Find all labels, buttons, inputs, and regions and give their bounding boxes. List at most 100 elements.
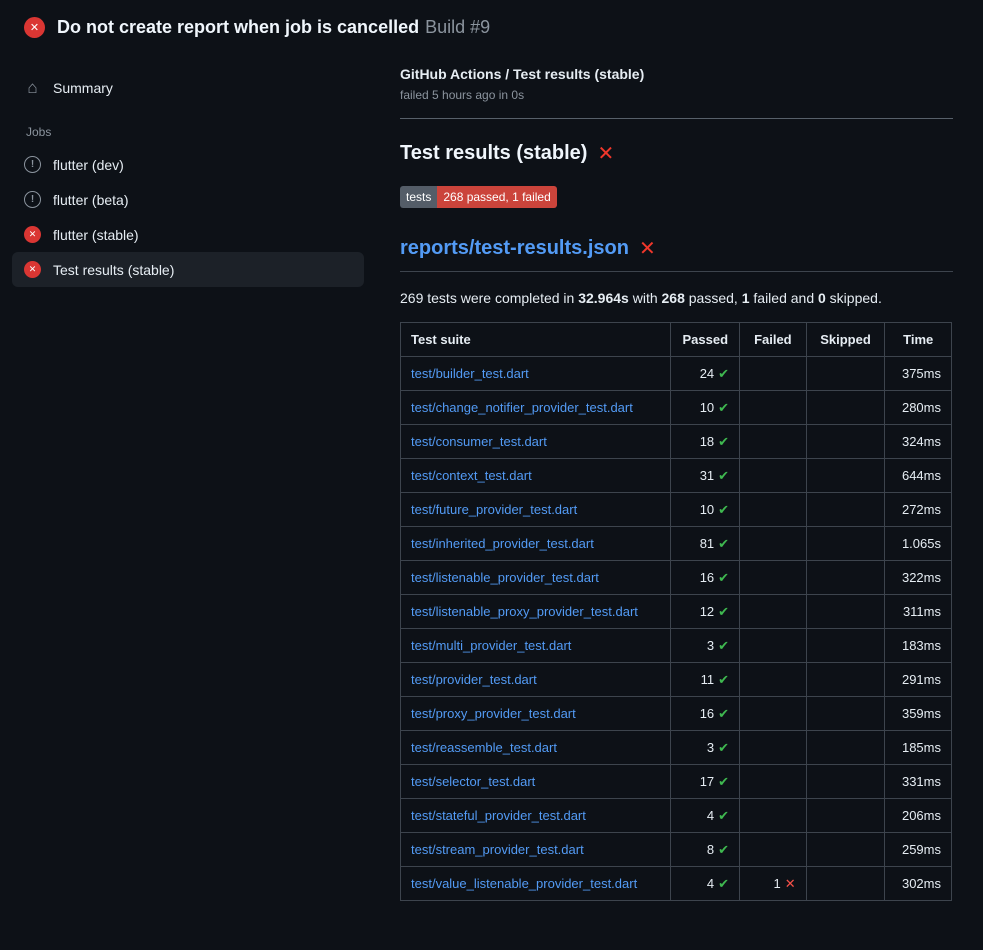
test-suite-cell: test/listenable_provider_test.dart	[401, 561, 671, 595]
test-suite-link[interactable]: test/stateful_provider_test.dart	[411, 808, 586, 823]
summary-skipped-count: 0	[818, 290, 826, 306]
skipped-cell	[806, 391, 885, 425]
passed-cell: 31✔	[671, 459, 740, 493]
section-title-text: Test results (stable)	[400, 142, 587, 165]
test-suite-link[interactable]: test/builder_test.dart	[411, 366, 529, 381]
test-suite-cell: test/reassemble_test.dart	[401, 731, 671, 765]
sidebar-item-flutter-beta[interactable]: ! flutter (beta)	[12, 182, 364, 217]
passed-cell: 10✔	[671, 493, 740, 527]
failed-cell	[740, 697, 807, 731]
breadcrumb: GitHub Actions / Test results (stable)	[400, 66, 953, 82]
failed-cell	[740, 357, 807, 391]
report-link[interactable]: reports/test-results.json	[400, 237, 629, 260]
summary-text: with	[629, 290, 662, 306]
check-icon: ✔	[718, 706, 729, 721]
test-suite-link[interactable]: test/consumer_test.dart	[411, 434, 547, 449]
badge-label: tests	[400, 186, 437, 208]
passed-cell: 3✔	[671, 629, 740, 663]
passed-cell: 11✔	[671, 663, 740, 697]
table-row: test/proxy_provider_test.dart 16✔ 359ms	[401, 697, 952, 731]
passed-cell: 16✔	[671, 697, 740, 731]
job-label: Test results (stable)	[53, 262, 174, 278]
sidebar-item-flutter-dev[interactable]: ! flutter (dev)	[12, 147, 364, 182]
skipped-cell	[806, 527, 885, 561]
job-label: flutter (dev)	[53, 157, 124, 173]
time-cell: 324ms	[885, 425, 952, 459]
test-suite-cell: test/builder_test.dart	[401, 357, 671, 391]
check-icon: ✔	[718, 774, 729, 789]
failed-circle-icon: ✕	[24, 226, 41, 243]
test-suite-link[interactable]: test/stream_provider_test.dart	[411, 842, 584, 857]
skipped-cell	[806, 663, 885, 697]
summary-text: failed and	[750, 290, 819, 306]
test-suite-cell: test/proxy_provider_test.dart	[401, 697, 671, 731]
jobs-section-label: Jobs	[26, 125, 364, 139]
test-suite-cell: test/inherited_provider_test.dart	[401, 527, 671, 561]
test-suite-link[interactable]: test/context_test.dart	[411, 468, 532, 483]
time-cell: 644ms	[885, 459, 952, 493]
passed-cell: 4✔	[671, 799, 740, 833]
time-cell: 331ms	[885, 765, 952, 799]
skipped-cell	[806, 833, 885, 867]
test-suite-cell: test/provider_test.dart	[401, 663, 671, 697]
summary-failed-count: 1	[742, 290, 750, 306]
table-row: test/builder_test.dart 24✔ 375ms	[401, 357, 952, 391]
check-icon: ✔	[718, 400, 729, 415]
failed-cell	[740, 731, 807, 765]
passed-cell: 10✔	[671, 391, 740, 425]
run-build-number: Build #9	[425, 17, 490, 37]
skipped-cell	[806, 425, 885, 459]
test-suite-link[interactable]: test/listenable_provider_test.dart	[411, 570, 599, 585]
test-suite-link[interactable]: test/inherited_provider_test.dart	[411, 536, 594, 551]
table-row: test/listenable_proxy_provider_test.dart…	[401, 595, 952, 629]
test-suite-link[interactable]: test/multi_provider_test.dart	[411, 638, 571, 653]
run-failed-icon: ✕	[24, 17, 45, 38]
badge-value: 268 passed, 1 failed	[437, 186, 556, 208]
table-header-row: Test suite Passed Failed Skipped Time	[401, 323, 952, 357]
check-icon: ✔	[718, 502, 729, 517]
summary-duration: 32.964s	[578, 290, 629, 306]
check-icon: ✔	[718, 570, 729, 585]
test-suite-link[interactable]: test/value_listenable_provider_test.dart	[411, 876, 637, 891]
test-suite-link[interactable]: test/change_notifier_provider_test.dart	[411, 400, 633, 415]
summary-text: 269 tests were completed in	[400, 290, 578, 306]
failed-cell	[740, 459, 807, 493]
time-cell: 302ms	[885, 867, 952, 901]
test-suite-link[interactable]: test/future_provider_test.dart	[411, 502, 577, 517]
time-cell: 259ms	[885, 833, 952, 867]
test-suite-link[interactable]: test/selector_test.dart	[411, 774, 535, 789]
test-suite-cell: test/value_listenable_provider_test.dart	[401, 867, 671, 901]
test-suite-link[interactable]: test/provider_test.dart	[411, 672, 537, 687]
header-divider	[400, 118, 953, 119]
sidebar-item-flutter-stable[interactable]: ✕ flutter (stable)	[12, 217, 364, 252]
test-suite-cell: test/context_test.dart	[401, 459, 671, 493]
time-cell: 291ms	[885, 663, 952, 697]
failed-cell	[740, 663, 807, 697]
table-row: test/stream_provider_test.dart 8✔ 259ms	[401, 833, 952, 867]
table-row: test/reassemble_test.dart 3✔ 185ms	[401, 731, 952, 765]
test-suite-link[interactable]: test/proxy_provider_test.dart	[411, 706, 576, 721]
time-cell: 185ms	[885, 731, 952, 765]
column-header-time: Time	[885, 323, 952, 357]
skipped-cell	[806, 629, 885, 663]
section-title: Test results (stable) ✕	[400, 141, 953, 166]
sidebar-item-summary[interactable]: ⌂ Summary	[12, 70, 364, 105]
column-header-passed: Passed	[671, 323, 740, 357]
failed-cell: 1✕	[740, 867, 807, 901]
test-suite-cell: test/future_provider_test.dart	[401, 493, 671, 527]
failed-cell	[740, 391, 807, 425]
time-cell: 359ms	[885, 697, 952, 731]
failed-x-icon: ✕	[639, 236, 656, 261]
passed-cell: 4✔	[671, 867, 740, 901]
table-row: test/consumer_test.dart 18✔ 324ms	[401, 425, 952, 459]
summary-text: skipped.	[826, 290, 882, 306]
sidebar-item-test-results-stable[interactable]: ✕ Test results (stable)	[12, 252, 364, 287]
failed-circle-icon: ✕	[24, 261, 41, 278]
failed-cell	[740, 629, 807, 663]
column-header-skipped: Skipped	[806, 323, 885, 357]
test-suite-link[interactable]: test/reassemble_test.dart	[411, 740, 557, 755]
passed-cell: 17✔	[671, 765, 740, 799]
test-suite-link[interactable]: test/listenable_proxy_provider_test.dart	[411, 604, 638, 619]
check-icon: ✔	[718, 808, 729, 823]
skipped-cell	[806, 561, 885, 595]
